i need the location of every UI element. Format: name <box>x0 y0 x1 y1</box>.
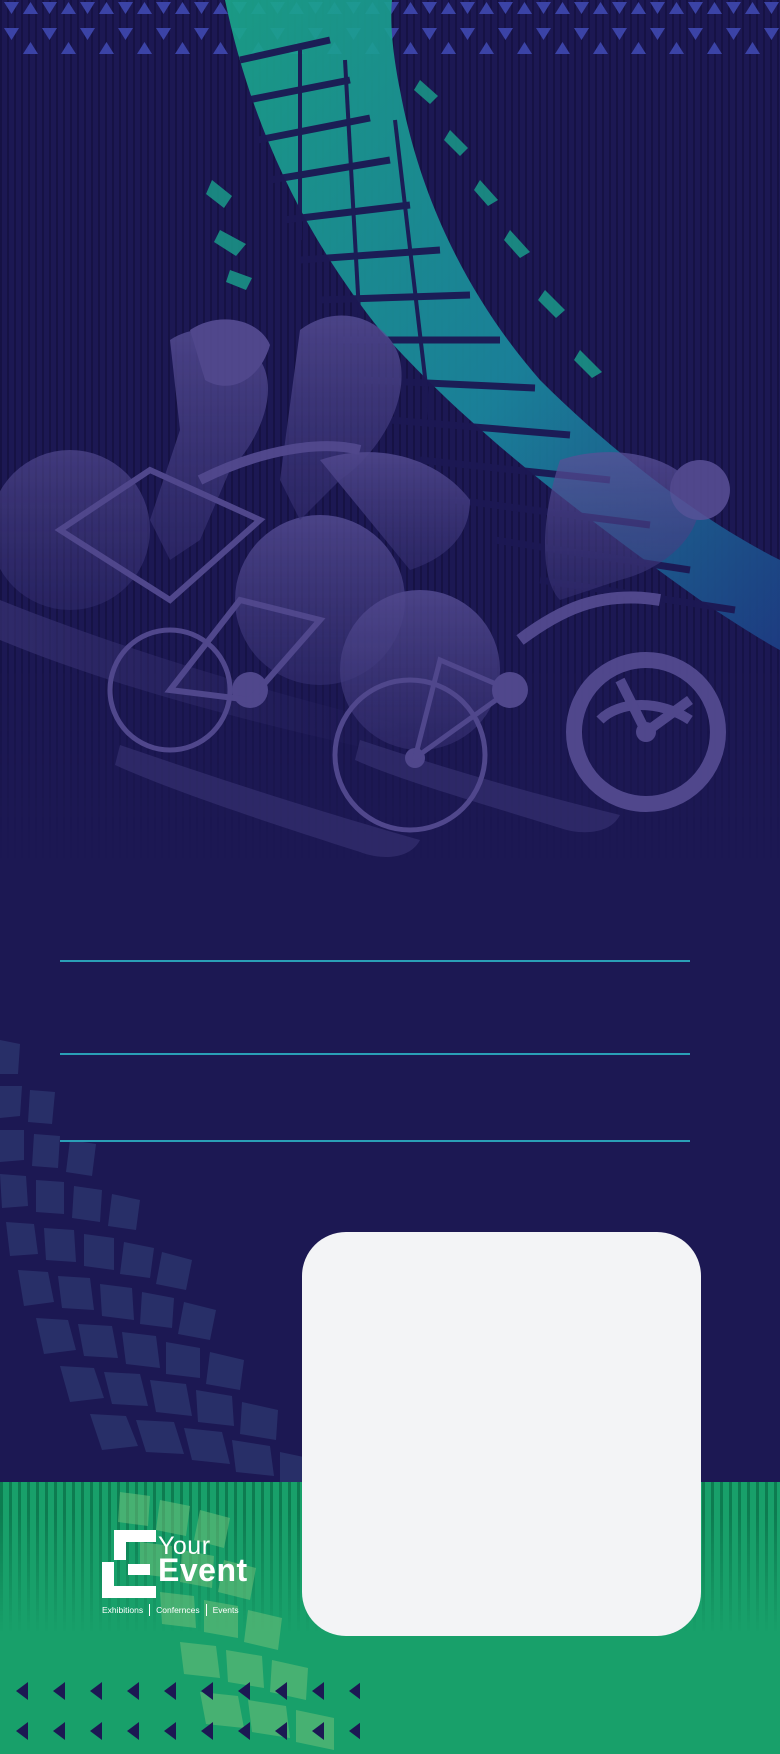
tagline-separator <box>149 1604 151 1616</box>
event-banner: Your Event Exhibitions Confernces Events <box>0 0 780 1754</box>
tire-track-arc <box>0 1040 318 1490</box>
tagline-confernces: Confernces <box>156 1605 200 1615</box>
logo-tagline: Exhibitions Confernces Events <box>102 1604 302 1616</box>
tagline-separator <box>205 1604 207 1616</box>
logo-text-event: Event <box>158 1552 248 1588</box>
text-line-1 <box>60 960 690 962</box>
arrow-border-bottom <box>0 1680 360 1754</box>
logo-e-mark-icon <box>102 1530 156 1598</box>
your-event-logo: Your Event Exhibitions Confernces Events <box>102 1530 302 1620</box>
text-line-3 <box>60 1140 690 1142</box>
tagline-exhibitions: Exhibitions <box>102 1605 144 1615</box>
text-line-2 <box>60 1053 690 1055</box>
tagline-events: Events <box>212 1605 239 1615</box>
cyclists-silhouette <box>0 315 730 857</box>
hero-artwork <box>0 0 780 857</box>
photo-placeholder-card <box>302 1232 701 1636</box>
